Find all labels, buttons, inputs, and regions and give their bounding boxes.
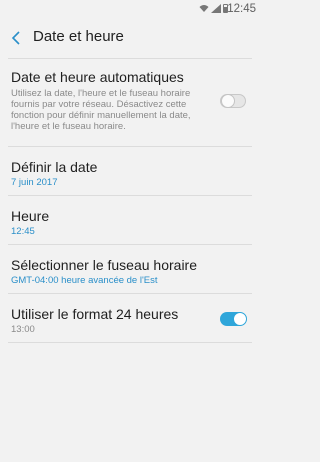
setting-set-date[interactable]: Définir la date 7 juin 2017 [0,147,260,195]
chevron-left-icon[interactable] [10,30,24,46]
status-bar: 12:45 [0,0,260,18]
page-title: Date et heure [33,28,124,45]
setting-label: Définir la date [11,159,98,175]
setting-label: Utiliser le format 24 heures [11,306,179,322]
setting-value: GMT-04:00 heure avancée de l'Est [11,275,158,286]
setting-time[interactable]: Heure 12:45 [0,196,260,244]
status-time: 12:45 [227,3,256,15]
status-icons [199,4,228,13]
signal-icon [211,4,221,13]
setting-24h-format[interactable]: Utiliser le format 24 heures 13:00 [0,294,260,342]
wifi-icon [199,5,209,12]
divider [8,342,252,343]
24h-format-toggle[interactable] [220,312,247,326]
setting-time-zone[interactable]: Sélectionner le fuseau horaire GMT-04:00… [0,245,260,293]
setting-value: 13:00 [11,324,35,335]
toggle-knob [233,312,247,326]
setting-label: Sélectionner le fuseau horaire [11,257,198,273]
setting-auto-date-time[interactable]: Date et heure automatiques Utilisez la d… [0,59,260,146]
setting-description: Utilisez la date, l'heure et le fuseau h… [11,88,191,132]
auto-date-time-toggle[interactable] [220,94,246,108]
setting-label: Date et heure automatiques [11,69,184,85]
app-bar: Date et heure [0,18,260,58]
setting-value: 12:45 [11,226,35,237]
setting-value: 7 juin 2017 [11,177,58,188]
setting-label: Heure [11,208,50,224]
toggle-knob [221,94,235,108]
